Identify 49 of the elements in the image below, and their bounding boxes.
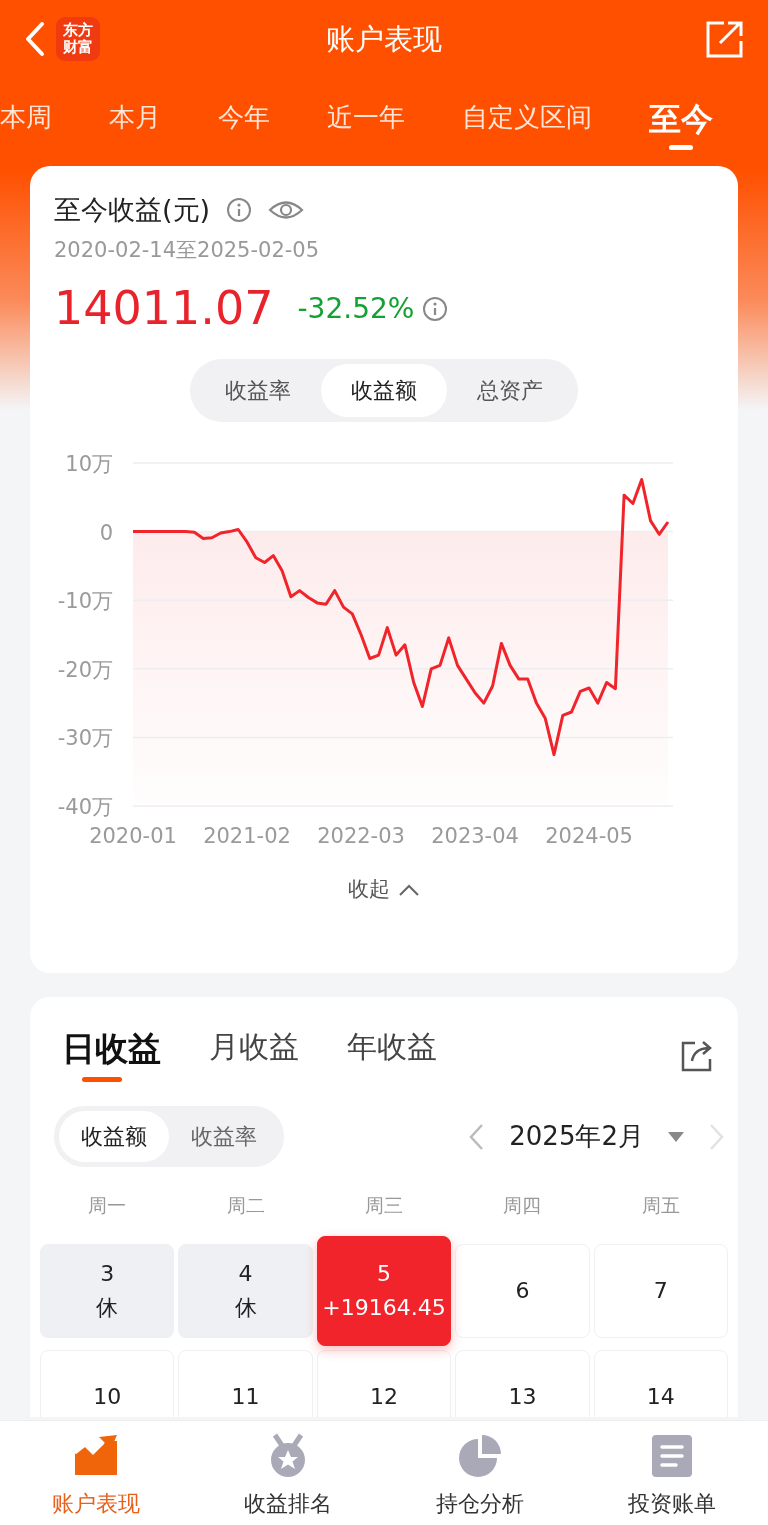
segment-tab[interactable]: 收益额 [321,364,447,417]
weekday-label: 周三 [364,1193,404,1218]
x-axis-label: 2021-02 [203,824,291,848]
month-picker[interactable]: 2025年2月 [509,1117,684,1156]
y-axis-label: -10万 [57,589,113,614]
weekday-label: 周二 [225,1193,266,1218]
pie-chart-icon [457,1433,503,1479]
calendar-day[interactable]: 3 休 [40,1243,175,1338]
y-axis-label: 10万 [65,452,113,476]
x-axis-label: 2022-03 [317,824,405,848]
document-icon [649,1433,695,1479]
weekday-label: 周五 [640,1193,681,1218]
x-axis-label: 2024-05 [545,824,633,848]
y-axis-label: 0 [99,520,113,545]
period-tab[interactable]: 月收益 [209,1029,299,1082]
weekday-label: 周一 [87,1193,128,1218]
calendar-day[interactable]: 7 [593,1243,728,1338]
y-axis-label: -40万 [57,795,113,819]
segment-tab[interactable]: 总资产 [447,364,573,417]
segment-tab[interactable]: 收益率 [195,364,321,417]
nav-tab[interactable]: 持仓分析 [384,1421,576,1525]
back-button[interactable] [24,21,46,57]
nav-tab[interactable]: 收益排名 [192,1421,384,1525]
period-tab[interactable]: 年收益 [347,1029,437,1082]
y-axis-label: -30万 [57,726,113,751]
total-profit: 14011.07 [54,280,274,337]
info-icon[interactable] [226,197,253,224]
x-axis-label: 2023-04 [431,824,519,848]
nav-tab[interactable]: 投资账单 [576,1421,768,1525]
collapse-button[interactable]: 收起 [348,874,420,906]
share-button[interactable] [704,19,744,59]
app-logo: 东方 财富 [56,17,100,61]
weekday-label: 周四 [502,1193,543,1218]
profit-rate: -32.52% [297,290,415,327]
x-axis-label: 2020-01 [89,824,177,848]
y-axis-label: -20万 [57,657,113,682]
page-title: 账户表现 [325,21,443,58]
card-title: 至今收益(元) [54,193,211,227]
dropdown-caret-icon [668,1131,684,1142]
caret-up-icon [398,882,420,897]
info-icon[interactable] [422,295,449,322]
calendar-day[interactable]: 5 +19164.45 [316,1235,452,1346]
toggle-option[interactable]: 收益率 [169,1111,279,1162]
toggle-option[interactable]: 收益额 [59,1111,169,1162]
date-range: 2020-02-14至2025-02-05 [54,236,321,264]
calendar-day[interactable]: 6 [455,1243,590,1338]
share-icon[interactable] [680,1038,714,1073]
period-tab[interactable]: 日收益 [62,1029,161,1082]
calendar-day[interactable]: 4 休 [178,1243,313,1338]
